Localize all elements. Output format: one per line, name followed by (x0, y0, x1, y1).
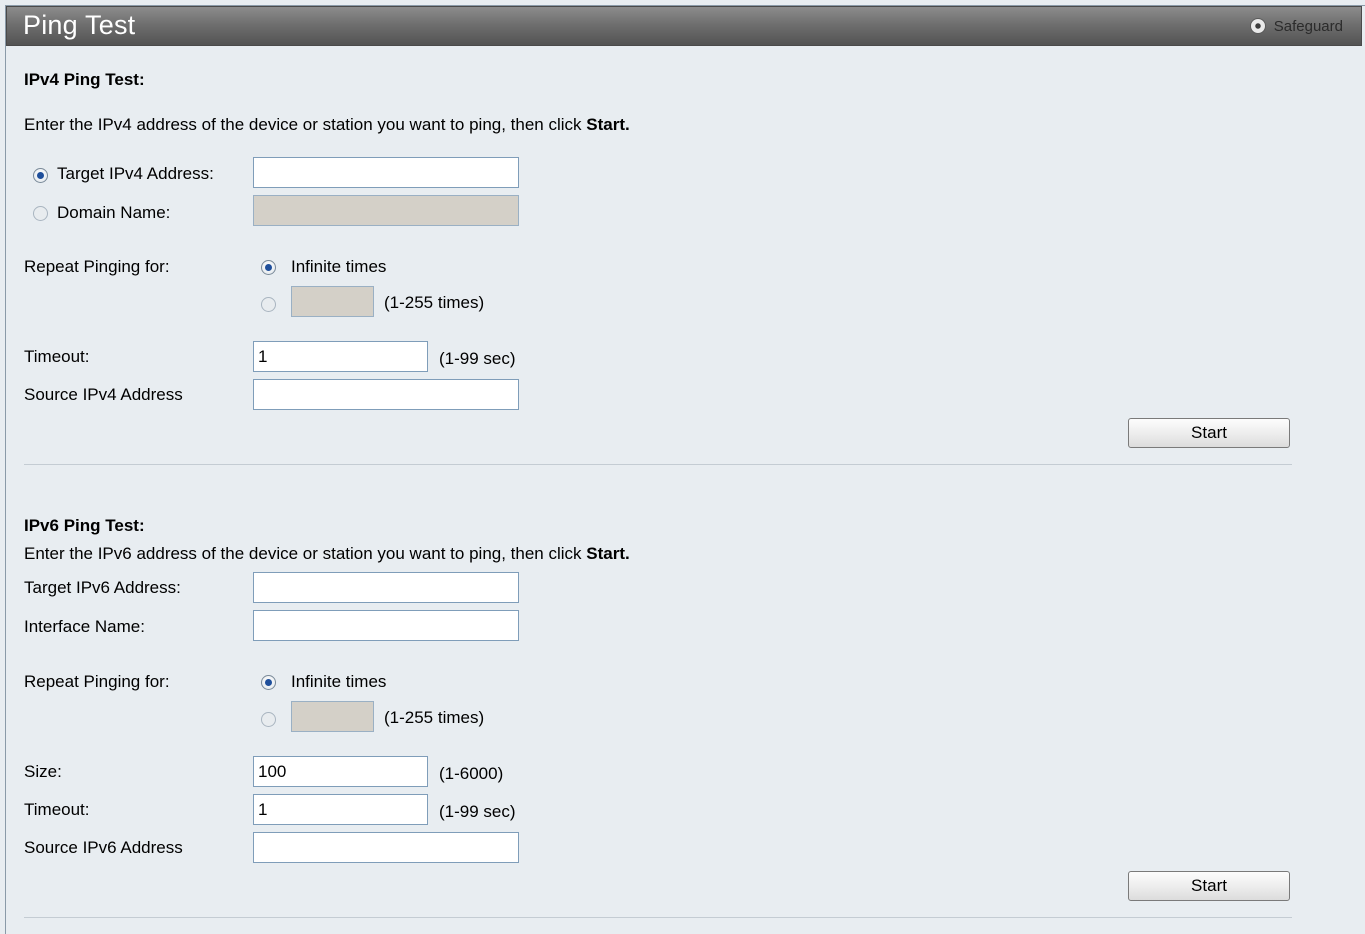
ipv6-repeat-pinging-label: Repeat Pinging for: (24, 672, 170, 691)
ipv4-start-button[interactable]: Start (1128, 418, 1290, 448)
ping-test-panel: Ping Test Safeguard IPv4 Ping Test: Ente… (5, 5, 1365, 934)
ipv4-instruction: Enter the IPv4 address of the device or … (24, 115, 630, 135)
ipv4-target-address-input[interactable] (253, 157, 519, 188)
ipv6-size-input[interactable]: 100 (253, 756, 428, 787)
safeguard-status-icon (1249, 18, 1266, 34)
page-title: Ping Test (23, 10, 136, 40)
ipv6-instruction: Enter the IPv6 address of the device or … (24, 544, 630, 564)
ipv6-instruction-text: Enter the IPv6 address of the device or … (24, 544, 582, 563)
ipv4-instruction-start: Start. (586, 115, 630, 134)
ipv6-timeout-range: (1-99 sec) (439, 802, 516, 821)
ipv6-size-label: Size: (24, 762, 62, 781)
ipv6-infinite-times-radio[interactable] (261, 675, 276, 690)
ipv4-timeout-label: Timeout: (24, 347, 90, 366)
ipv6-section-heading: IPv6 Ping Test: (24, 516, 145, 535)
ipv4-repeat-pinging-label: Repeat Pinging for: (24, 257, 170, 276)
ipv4-source-address-label: Source IPv4 Address (24, 385, 183, 404)
ipv6-start-button[interactable]: Start (1128, 871, 1290, 901)
ipv6-infinite-times-label: Infinite times (291, 672, 387, 691)
ipv4-section-heading: IPv4 Ping Test: (24, 70, 145, 89)
ipv4-repeat-count-radio[interactable] (261, 297, 276, 312)
ipv6-interface-name-input[interactable] (253, 610, 519, 641)
ipv4-instruction-text: Enter the IPv4 address of the device or … (24, 115, 582, 134)
ipv6-source-address-label: Source IPv6 Address (24, 838, 183, 857)
ipv6-interface-name-label: Interface Name: (24, 617, 145, 636)
section-divider-bottom (24, 917, 1292, 918)
ipv6-timeout-input[interactable]: 1 (253, 794, 428, 825)
ipv6-source-address-input[interactable] (253, 832, 519, 863)
ipv6-repeat-count-input[interactable] (291, 701, 374, 732)
ipv4-infinite-times-label: Infinite times (291, 257, 387, 276)
ipv4-repeat-count-input[interactable] (291, 286, 374, 317)
ipv4-domain-name-radio[interactable] (33, 206, 48, 221)
ipv4-timeout-input[interactable]: 1 (253, 341, 428, 372)
ipv4-domain-name-label: Domain Name: (57, 203, 171, 222)
ipv4-timeout-range: (1-99 sec) (439, 349, 516, 368)
ipv4-target-address-label: Target IPv4 Address: (57, 164, 214, 183)
ipv4-source-address-input[interactable] (253, 379, 519, 410)
ipv4-domain-name-input[interactable] (253, 195, 519, 226)
ipv6-instruction-start: Start. (586, 544, 630, 563)
section-divider (24, 464, 1292, 465)
ipv4-target-address-radio[interactable] (33, 168, 48, 183)
ipv6-repeat-count-range: (1-255 times) (384, 708, 485, 727)
ipv6-target-address-label: Target IPv6 Address: (24, 578, 181, 597)
ipv4-infinite-times-radio[interactable] (261, 260, 276, 275)
ipv6-target-address-input[interactable] (253, 572, 519, 603)
safeguard-indicator[interactable]: Safeguard (1249, 16, 1343, 36)
ipv6-size-range: (1-6000) (439, 764, 504, 783)
ipv4-repeat-count-range: (1-255 times) (384, 293, 485, 312)
title-bar: Ping Test Safeguard (6, 6, 1362, 46)
ipv6-repeat-count-radio[interactable] (261, 712, 276, 727)
safeguard-label: Safeguard (1273, 17, 1343, 35)
ipv6-timeout-label: Timeout: (24, 800, 90, 819)
